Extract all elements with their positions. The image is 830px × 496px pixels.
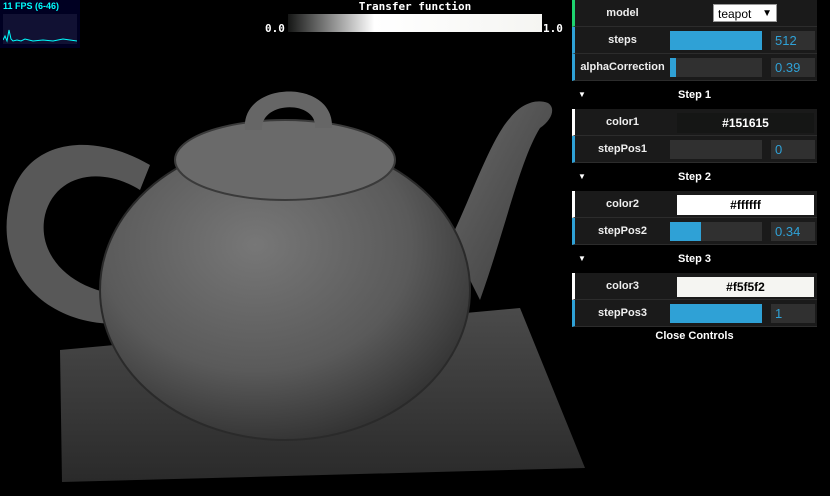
steppos3-input[interactable]: 1: [771, 304, 815, 323]
color2-label: color2: [605, 198, 639, 210]
color1-row: color1 #151615: [572, 109, 817, 136]
chevron-down-icon: ▼: [762, 8, 772, 19]
steppos1-label: stepPos1: [598, 143, 647, 155]
model-label: model: [606, 7, 639, 19]
step3-title: Step 3: [677, 253, 711, 265]
steppos3-label: stepPos3: [598, 307, 647, 319]
steps-input[interactable]: 512: [771, 31, 815, 50]
transfer-function-title: Transfer function: [358, 0, 472, 13]
caret-down-icon: ▼: [578, 254, 586, 263]
steppos1-row: stepPos1 0: [572, 136, 817, 163]
alpha-correction-row: alphaCorrection 0.39: [572, 54, 817, 81]
steppos2-row: stepPos2 0.34: [572, 218, 817, 245]
color1-picker[interactable]: #151615: [677, 113, 814, 133]
teapot-lid: [174, 119, 396, 201]
transfer-function-gradient: [288, 14, 542, 32]
steppos1-slider[interactable]: [670, 140, 762, 159]
color3-row: color3 #f5f5f2: [572, 273, 817, 300]
color3-label: color3: [605, 280, 639, 292]
steps-row: steps 512: [572, 27, 817, 54]
steppos2-input[interactable]: 0.34: [771, 222, 815, 241]
steps-label: steps: [608, 34, 637, 46]
transfer-function-max-label: 1.0: [543, 22, 563, 35]
transfer-function-min-label: 0.0: [265, 22, 285, 35]
color3-picker[interactable]: #f5f5f2: [677, 277, 814, 297]
caret-down-icon: ▼: [578, 172, 586, 181]
alpha-correction-label: alphaCorrection: [580, 61, 665, 73]
step1-folder-header[interactable]: ▼ Step 1: [572, 81, 817, 109]
caret-down-icon: ▼: [578, 90, 586, 99]
alpha-correction-slider[interactable]: [670, 58, 762, 77]
alpha-correction-input[interactable]: 0.39: [771, 58, 815, 77]
controls-panel: model teapot ▼ steps 512 alphaCorrection…: [572, 0, 817, 345]
steppos2-slider[interactable]: [670, 222, 762, 241]
model-select-value: teapot: [718, 7, 752, 21]
model-row: model teapot ▼: [572, 0, 817, 27]
color2-picker[interactable]: #ffffff: [677, 195, 814, 215]
steppos1-input[interactable]: 0: [771, 140, 815, 159]
close-controls-button[interactable]: Close Controls: [572, 327, 817, 345]
step3-folder-header[interactable]: ▼ Step 3: [572, 245, 817, 273]
steppos3-row: stepPos3 1: [572, 300, 817, 327]
color1-label: color1: [605, 116, 639, 128]
step2-folder-header[interactable]: ▼ Step 2: [572, 163, 817, 191]
step1-title: Step 1: [677, 89, 711, 101]
fps-graph: [3, 14, 77, 44]
steppos2-label: stepPos2: [598, 225, 647, 237]
fps-stats-panel[interactable]: 11 FPS (6-46): [0, 0, 80, 48]
color2-row: color2 #ffffff: [572, 191, 817, 218]
fps-readout: 11 FPS (6-46): [3, 1, 60, 11]
model-select[interactable]: teapot ▼: [713, 4, 777, 22]
steppos3-slider[interactable]: [670, 304, 762, 323]
step2-title: Step 2: [677, 171, 711, 183]
steps-slider[interactable]: [670, 31, 762, 50]
